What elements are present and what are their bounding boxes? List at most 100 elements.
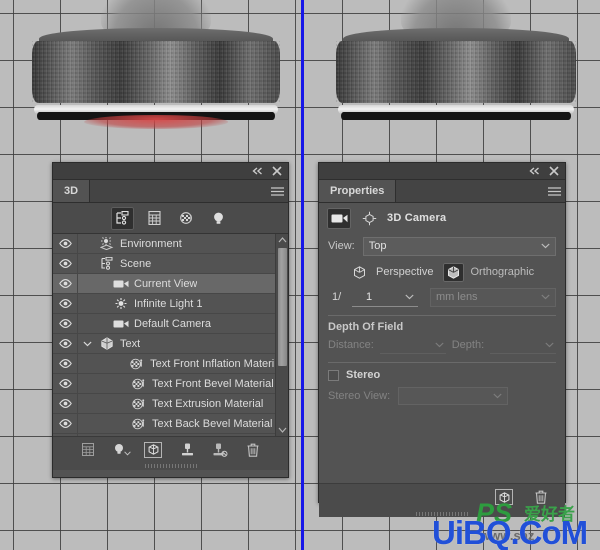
camera-icon — [112, 279, 129, 289]
layer-row[interactable]: Text Back Bevel Material — [53, 414, 288, 434]
depth-input[interactable] — [490, 336, 556, 354]
scrollbar-thumb[interactable] — [278, 248, 287, 366]
mesh-filter-icon[interactable] — [143, 207, 166, 230]
depth-label: Depth: — [452, 339, 484, 351]
material-icon — [130, 418, 147, 430]
perspective-button[interactable]: Perspective — [349, 263, 433, 282]
paint-on-icon[interactable] — [181, 443, 194, 457]
panel-menu-icon[interactable] — [266, 180, 288, 202]
scroll-up-icon[interactable] — [276, 234, 288, 246]
eye-icon[interactable] — [53, 234, 78, 253]
panel-3d-tabs: 3D — [53, 180, 288, 203]
eye-icon[interactable] — [53, 434, 78, 436]
eye-icon[interactable] — [53, 354, 78, 373]
stereo-check-row[interactable]: Stereo — [319, 363, 565, 387]
paint-off-icon[interactable] — [213, 443, 228, 457]
disc-texture — [336, 41, 576, 103]
eye-icon[interactable] — [53, 254, 78, 273]
chevron-down-icon — [435, 339, 444, 351]
chevron-down-icon — [541, 291, 550, 303]
distance-input[interactable] — [380, 336, 446, 354]
lights-filter-icon[interactable] — [207, 207, 230, 230]
close-icon[interactable] — [272, 166, 282, 176]
tab-properties[interactable]: Properties — [319, 180, 396, 202]
layer-row[interactable]: Environment — [53, 234, 288, 254]
disc-body — [336, 28, 576, 120]
properties-header: 3D Camera — [319, 203, 565, 233]
eye-icon[interactable] — [53, 274, 78, 293]
view-select[interactable]: Top — [363, 237, 556, 256]
chevron-down-icon — [493, 390, 502, 402]
layer-row[interactable]: Text Front Inflation Material — [53, 354, 288, 374]
light-bulb-icon[interactable] — [113, 443, 125, 456]
layer-content: Scene — [78, 257, 274, 270]
add-object-icon[interactable] — [495, 489, 513, 505]
trash-icon[interactable] — [535, 490, 547, 504]
filter-bar — [53, 203, 288, 234]
add-object-icon[interactable] — [144, 442, 162, 458]
zoom-input[interactable]: 1 — [352, 288, 418, 307]
layer-content: Text Extrusion Material — [78, 398, 274, 410]
layer-row[interactable]: Default Camera — [53, 314, 288, 334]
chevron-down-icon[interactable] — [82, 341, 93, 347]
close-icon[interactable] — [549, 166, 559, 176]
panel-properties-titlebar[interactable] — [319, 163, 565, 180]
eye-icon[interactable] — [53, 414, 78, 433]
orthographic-button[interactable]: Orthographic — [443, 263, 534, 282]
stereo-view-select[interactable] — [398, 387, 508, 405]
eye-icon[interactable] — [53, 294, 78, 313]
panel-properties-resize-grip[interactable] — [319, 510, 565, 517]
trash-icon[interactable] — [247, 443, 259, 457]
panel-3d-resize-grip[interactable] — [53, 462, 288, 470]
scene-filter-icon[interactable] — [111, 207, 134, 230]
tab-filler — [90, 180, 266, 202]
layer-row[interactable]: Current View — [53, 274, 288, 294]
layer-list-scrollbar[interactable] — [275, 234, 288, 436]
panel-properties-tabs: Properties — [319, 180, 565, 203]
chevron-down-icon[interactable] — [405, 291, 414, 303]
disc-side-face — [32, 41, 280, 103]
layer-row[interactable]: Text Back Inflation Material — [53, 434, 288, 436]
layer-list[interactable]: Environment Scene Current View Infinite Lig… — [53, 234, 288, 436]
eye-icon[interactable] — [53, 374, 78, 393]
layer-row[interactable]: Text — [53, 334, 288, 354]
stereo-checkbox[interactable] — [328, 370, 339, 381]
panel-menu-icon[interactable] — [543, 180, 565, 202]
layer-content: Text Front Bevel Material — [78, 378, 274, 390]
material-icon — [130, 398, 147, 410]
chevron-down-icon[interactable] — [124, 447, 131, 459]
layer-row[interactable]: Text Front Bevel Material — [53, 374, 288, 394]
collapse-icon[interactable] — [529, 167, 540, 175]
eye-icon[interactable] — [53, 314, 78, 333]
scroll-down-icon[interactable] — [276, 424, 288, 436]
stereo-label: Stereo — [346, 369, 380, 381]
layer-rows: Environment Scene Current View Infinite Lig… — [53, 234, 288, 436]
3d-disc-right[interactable] — [336, 28, 576, 120]
coordinates-icon[interactable] — [359, 208, 379, 229]
guide-vertical[interactable] — [301, 0, 304, 550]
3d-disc-left[interactable] — [32, 28, 280, 120]
tab-3d[interactable]: 3D — [53, 180, 90, 202]
chevron-down-icon — [545, 339, 554, 351]
materials-filter-icon[interactable] — [175, 207, 198, 230]
panel-properties: Properties — [318, 162, 566, 503]
view-select-value: Top — [369, 240, 387, 252]
layer-row[interactable]: Text Extrusion Material — [53, 394, 288, 414]
panel-3d-toolbar — [53, 436, 288, 462]
panel-3d-titlebar[interactable] — [53, 163, 288, 180]
orthographic-label: Orthographic — [470, 266, 534, 278]
layer-label: Scene — [120, 258, 151, 270]
grip-lines — [145, 464, 197, 468]
layer-content: Text Back Bevel Material — [78, 418, 274, 430]
mesh-icon[interactable] — [82, 443, 94, 456]
camera-icon[interactable] — [327, 208, 351, 229]
eye-icon[interactable] — [53, 334, 78, 353]
zoom-row: 1/ 1 mm lens — [319, 287, 565, 313]
collapse-icon[interactable] — [252, 167, 263, 175]
layer-row[interactable]: Infinite Light 1 — [53, 294, 288, 314]
eye-icon[interactable] — [53, 394, 78, 413]
tab-3d-label: 3D — [64, 185, 78, 197]
layer-row[interactable]: Scene — [53, 254, 288, 274]
layer-content: Current View — [78, 278, 274, 290]
lens-select[interactable]: mm lens — [430, 288, 556, 307]
